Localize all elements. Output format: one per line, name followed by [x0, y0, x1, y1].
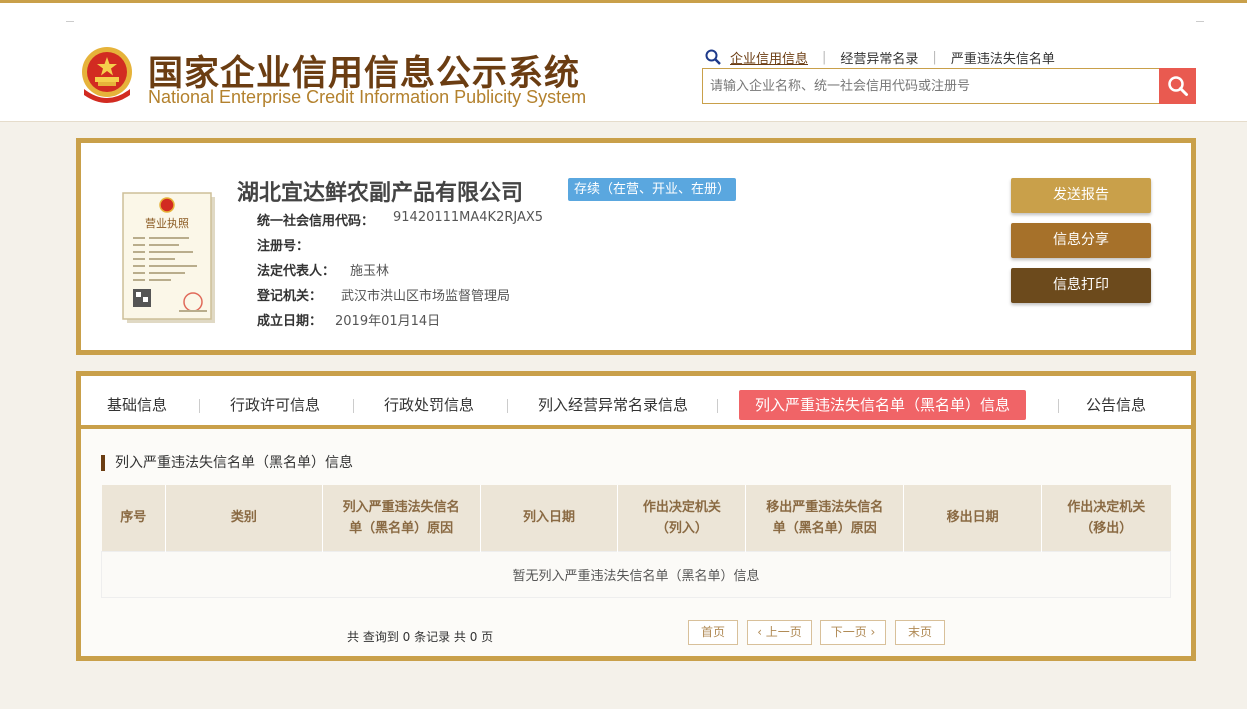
- link-abnormal-list[interactable]: 经营异常名录: [840, 48, 918, 67]
- send-report-button[interactable]: 发送报告: [1011, 178, 1151, 213]
- corner-mark: [66, 21, 74, 22]
- share-info-button[interactable]: 信息分享: [1011, 223, 1151, 258]
- field-value: 武汉市洪山区市场监督管理局: [341, 289, 511, 304]
- company-name: 湖北宜达鲜农副产品有限公司: [237, 181, 524, 206]
- link-enterprise-credit[interactable]: 企业信用信息: [730, 48, 808, 67]
- column-header: 类别: [165, 485, 323, 551]
- field-label: 法定代表人：: [257, 264, 336, 279]
- empty-message: 暂无列入严重违法失信名单（黑名单）信息: [101, 550, 1171, 598]
- tab-divider: [353, 399, 354, 413]
- search-icon: [1167, 76, 1188, 96]
- column-header: 作出决定机关 （移出）: [1041, 485, 1171, 551]
- field-value: 91420111MA4K2RJAX5: [393, 210, 544, 225]
- tab-divider: [507, 399, 508, 413]
- tab-admin-license[interactable]: 行政许可信息: [230, 390, 320, 420]
- field-reg-number: 注册号：: [257, 235, 393, 254]
- tab-divider: [1058, 399, 1059, 413]
- tab-announcements[interactable]: 公告信息: [1086, 390, 1146, 420]
- column-header: 列入日期: [480, 485, 619, 551]
- prev-page-button[interactable]: ‹ 上一页: [747, 620, 812, 645]
- company-panel: 营业执照 湖北宜达鲜农副产品有限公司 存续（在营、开业、在册） 统一社会信用代码…: [76, 138, 1196, 355]
- tab-basic-info[interactable]: 基础信息: [107, 390, 167, 420]
- field-label: 注册号：: [257, 239, 310, 254]
- print-info-button[interactable]: 信息打印: [1011, 268, 1151, 303]
- link-divider: |: [822, 49, 827, 65]
- search-input[interactable]: [703, 69, 1160, 103]
- license-title: 营业执照: [145, 216, 189, 230]
- corner-mark: [1196, 21, 1204, 22]
- tab-admin-penalty[interactable]: 行政处罚信息: [384, 390, 474, 420]
- field-established: 成立日期： 2019年01月14日: [257, 310, 440, 329]
- table-header-row: 序号 类别 列入严重违法失信名 单（黑名单）原因 列入日期 作出决定机关 （列入） …: [101, 485, 1171, 551]
- column-header: 移出严重违法失信名 单（黑名单）原因: [745, 485, 905, 551]
- column-header: 移出日期: [903, 485, 1043, 551]
- field-label: 统一社会信用代码：: [257, 214, 375, 229]
- field-legal-rep: 法定代表人： 施玉林: [257, 260, 389, 279]
- field-authority: 登记机关： 武汉市洪山区市场监督管理局: [257, 285, 510, 304]
- top-links: 企业信用信息 | 经营异常名录 | 严重违法失信名单: [704, 47, 1055, 67]
- tab-divider: [199, 399, 200, 413]
- next-page-button[interactable]: 下一页 ›: [820, 620, 886, 645]
- search-box: [702, 68, 1196, 104]
- link-divider: |: [932, 49, 937, 65]
- tab-abnormal-list[interactable]: 列入经营异常名录信息: [538, 390, 688, 420]
- first-page-button[interactable]: 首页: [688, 620, 738, 645]
- pagination-info: 共 查询到 0 条记录 共 0 页: [347, 630, 494, 644]
- field-label: 登记机关：: [257, 289, 323, 304]
- last-page-button[interactable]: 末页: [895, 620, 945, 645]
- field-credit-code: 统一社会信用代码： 91420111MA4K2RJAX5: [257, 210, 543, 229]
- link-blacklist[interactable]: 严重违法失信名单: [951, 48, 1055, 67]
- blacklist-table: 序号 类别 列入严重违法失信名 单（黑名单）原因 列入日期 作出决定机关 （列入） …: [101, 485, 1171, 598]
- table-row: 暂无列入严重违法失信名单（黑名单）信息: [101, 550, 1171, 598]
- tab-divider: [717, 399, 718, 413]
- column-header: 作出决定机关 （列入）: [617, 485, 747, 551]
- status-badge: 存续（在营、开业、在册）: [568, 178, 737, 201]
- search-button[interactable]: [1159, 68, 1196, 104]
- site-subtitle: National Enterprise Credit Information P…: [148, 87, 587, 107]
- column-header: 列入严重违法失信名 单（黑名单）原因: [322, 485, 481, 551]
- field-label: 成立日期：: [257, 314, 323, 329]
- field-value: 2019年01月14日: [335, 314, 441, 329]
- license-image[interactable]: 营业执照: [121, 185, 221, 325]
- field-value: 施玉林: [350, 264, 390, 279]
- section-title: 列入严重违法失信名单（黑名单）信息: [101, 455, 353, 471]
- national-emblem: [82, 47, 132, 103]
- site-header: 国家企业信用信息公示系统 National Enterprise Credit …: [0, 0, 1247, 122]
- column-header: 序号: [101, 485, 166, 551]
- magnifier-icon: [705, 49, 721, 65]
- detail-panel: 基础信息 行政许可信息 行政处罚信息 列入经营异常名录信息 列入严重违法失信名单…: [76, 371, 1196, 661]
- tab-blacklist[interactable]: 列入严重违法失信名单（黑名单）信息: [739, 390, 1027, 420]
- tab-bar: 基础信息 行政许可信息 行政处罚信息 列入经营异常名录信息 列入严重违法失信名单…: [81, 376, 1191, 429]
